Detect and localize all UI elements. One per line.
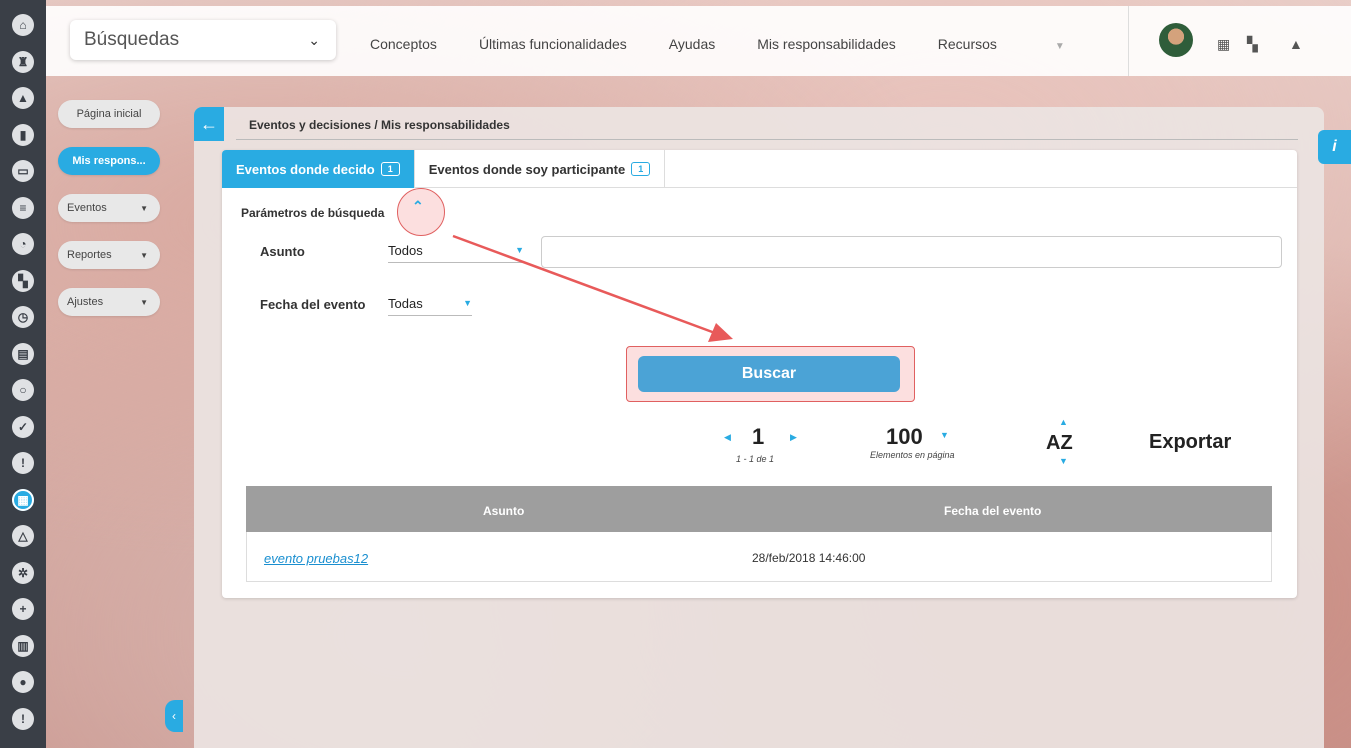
info-icon: i [1332, 138, 1337, 155]
nav-recursos-label: Recursos [937, 36, 997, 52]
document-icon[interactable]: ▤ [12, 342, 34, 365]
nav-conceptos[interactable]: Conceptos [370, 36, 437, 52]
tab-label: Eventos donde soy participante [428, 161, 626, 177]
fecha-evento-label: Fecha del evento [260, 297, 366, 312]
arrow-left-icon: ← [200, 113, 218, 134]
map-icon[interactable]: ▚ [12, 269, 34, 292]
chevron-left-icon: ‹ [172, 709, 176, 723]
current-page: 1 [752, 424, 765, 449]
asunto-label: Asunto [260, 244, 305, 259]
caret-down-icon: ▼ [140, 297, 148, 307]
icon-rail: ⌂ ♜ ▲ ▮ ▭ ≡ ◔ ▚ ◷ ▤ ○ ✓ ! ▦ △ ✲ + ▥ ● ! [0, 0, 46, 748]
pyramid-icon[interactable]: ▲ [12, 87, 34, 109]
chevron-down-icon: ⌄ [308, 31, 320, 48]
table-header: Asunto Fecha del evento [246, 486, 1272, 532]
menu-ajustes[interactable]: Ajustes ▼ [58, 288, 160, 316]
count-badge: 1 [380, 162, 400, 176]
calendar-icon[interactable]: ▦ [12, 488, 34, 511]
top-bar: Búsquedas ⌄ Conceptos Últimas funcionali… [46, 0, 1351, 84]
tab-label: Eventos donde decido [236, 161, 375, 177]
plus-icon[interactable]: + [12, 598, 34, 620]
left-menu: Página inicial Mis respons... Eventos ▼ R… [58, 100, 160, 335]
collapse-menu-button[interactable]: ‹ [165, 700, 183, 732]
clock-icon[interactable]: ◷ [12, 306, 34, 328]
breadcrumb-divider [236, 139, 1298, 140]
menu-pagina-inicial[interactable]: Página inicial [58, 100, 160, 128]
next-page-icon[interactable]: ▶ [790, 432, 797, 443]
asunto-search-input[interactable] [541, 236, 1282, 268]
tab-eventos-donde-soy-participante[interactable]: Eventos donde soy participante 1 [415, 150, 666, 188]
column-header-asunto[interactable]: Asunto [483, 504, 524, 518]
check-icon[interactable]: ✓ [12, 415, 34, 438]
toggle-icon[interactable]: ● [12, 671, 34, 693]
tab-bar: Eventos donde decido 1 Eventos donde soy… [222, 150, 1297, 188]
sort-up-icon[interactable]: ▲ [1059, 417, 1068, 427]
network-icon[interactable]: △ [12, 525, 34, 547]
pie-chart-icon[interactable]: ◔ [12, 233, 34, 255]
calendar-icon[interactable]: ▦ [1217, 36, 1230, 53]
cycle-icon[interactable]: ○ [12, 379, 34, 401]
chevron-up-icon[interactable]: ⌃ [412, 198, 424, 215]
per-page-value[interactable]: 100 [886, 424, 923, 450]
user-area: ▦ ▚ ▲ [1128, 6, 1351, 76]
briefcase-icon[interactable]: ▥ [12, 634, 34, 657]
column-header-fecha[interactable]: Fecha del evento [944, 504, 1041, 518]
caret-down-icon: ▼ [463, 298, 472, 308]
menu-mis-responsabilidades[interactable]: Mis respons... [58, 147, 160, 175]
caret-down-icon: ▼ [140, 250, 148, 260]
menu-reportes[interactable]: Reportes ▼ [58, 241, 160, 269]
prev-page-icon[interactable]: ◀ [724, 432, 731, 443]
home-icon[interactable]: ⌂ [12, 14, 34, 36]
per-page-label: Elementos en página [870, 450, 955, 460]
caret-down-icon: ▼ [515, 245, 524, 255]
menu-label: Eventos [67, 202, 107, 214]
bell-icon[interactable]: ▲ [1289, 36, 1303, 52]
buscar-button[interactable]: Buscar [638, 356, 900, 392]
sort-down-icon[interactable]: ▼ [1059, 456, 1068, 466]
caret-down-icon: ▼ [1054, 41, 1065, 52]
menu-label: Reportes [67, 249, 112, 261]
tab-eventos-donde-decido[interactable]: Eventos donde decido 1 [222, 150, 415, 188]
sort-az-button[interactable]: AZ [1046, 432, 1073, 455]
menu-eventos[interactable]: Eventos ▼ [58, 194, 160, 222]
back-button[interactable]: ← [194, 107, 224, 141]
nav-mis-responsabilidades[interactable]: Mis responsabilidades [757, 36, 896, 52]
nav-ultimas-funcionalidades[interactable]: Últimas funcionalidades [479, 36, 627, 52]
fecha-evento-select[interactable]: Todas ▼ [388, 296, 472, 316]
tower-icon[interactable]: ♜ [12, 50, 34, 73]
row-fecha: 28/feb/2018 14:46:00 [752, 551, 866, 565]
nav-ayudas[interactable]: Ayudas [669, 36, 715, 52]
row-asunto-link[interactable]: evento pruebas12 [264, 551, 368, 566]
presentation-icon[interactable]: ▭ [12, 160, 34, 182]
exportar-button[interactable]: Exportar [1149, 431, 1231, 454]
params-title: Parámetros de búsqueda [241, 206, 385, 220]
breadcrumb: Eventos y decisiones / Mis responsabilid… [249, 118, 510, 132]
nav-recursos[interactable]: Recursos ▼ [938, 36, 1107, 52]
map-icon[interactable]: ▚ [1247, 36, 1258, 53]
asunto-select[interactable]: Todos ▼ [388, 243, 524, 263]
bar-chart-icon[interactable]: ▮ [12, 123, 34, 146]
count-badge: 1 [631, 162, 651, 176]
list-icon[interactable]: ≡ [12, 196, 34, 219]
warning-icon[interactable]: ! [12, 452, 34, 474]
asunto-select-value: Todos [388, 243, 423, 258]
menu-label: Página inicial [76, 108, 142, 120]
avatar[interactable] [1159, 23, 1193, 57]
menu-label: Mis respons... [72, 155, 146, 167]
page-range: 1 - 1 de 1 [736, 454, 775, 464]
caret-down-icon: ▼ [140, 203, 148, 213]
top-navigation: Conceptos Últimas funcionalidades Ayudas… [370, 36, 1149, 52]
search-module-value: Búsquedas [84, 29, 180, 50]
menu-label: Ajustes [67, 296, 104, 308]
caret-down-icon[interactable]: ▼ [940, 430, 949, 440]
info-button[interactable]: i [1318, 130, 1351, 164]
gear-icon[interactable]: ✲ [12, 561, 34, 584]
alert-icon[interactable]: ! [12, 707, 34, 730]
fecha-select-value: Todas [388, 296, 423, 311]
search-module-select[interactable]: Búsquedas ⌄ [70, 20, 336, 60]
table-row: evento pruebas12 28/feb/2018 14:46:00 [246, 532, 1272, 582]
